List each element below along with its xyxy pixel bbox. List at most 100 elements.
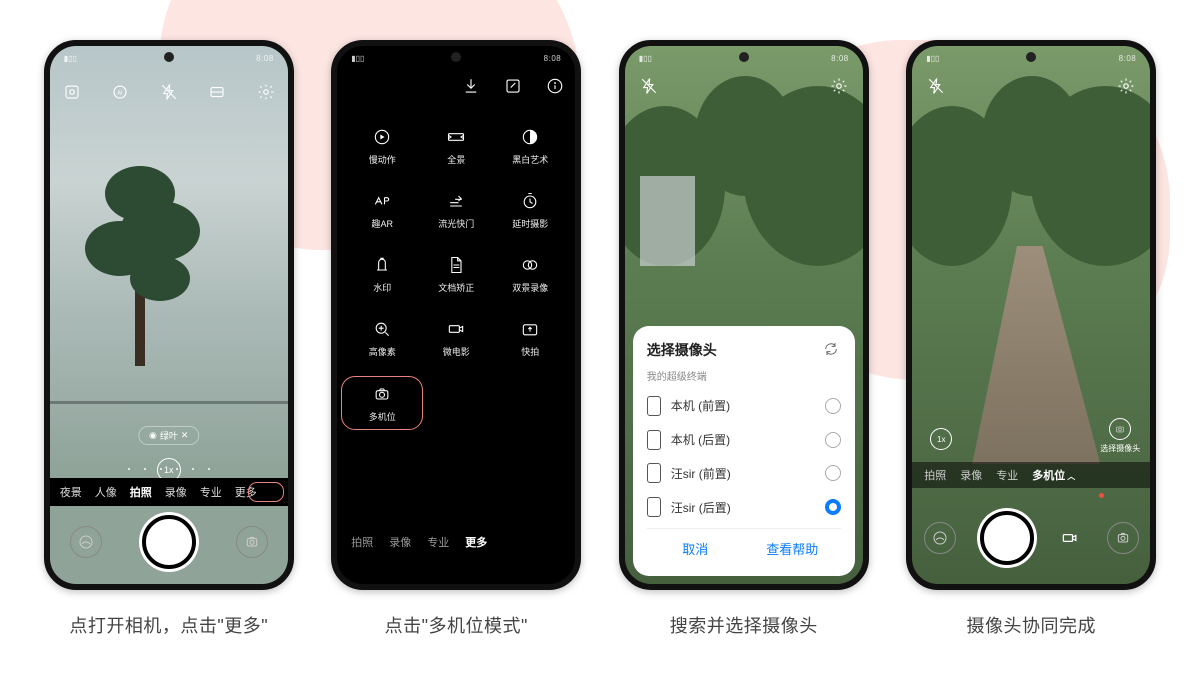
camera-notch: [451, 52, 461, 62]
mode-multicam[interactable]: 多机位: [341, 376, 423, 430]
mode-video[interactable]: 录像: [389, 534, 411, 550]
smart-vision-icon[interactable]: [62, 82, 82, 102]
video-mode-icon[interactable]: [1057, 525, 1083, 551]
filter-pill[interactable]: ◉ 绿叶 ✕: [138, 426, 199, 445]
phone-frame: ▮▯▯8:08 选择摄像头 我的超级终端 本机 (前置) 本机 (后置) 汪si…: [619, 40, 869, 590]
edit-icon[interactable]: [503, 76, 523, 96]
cancel-button[interactable]: 取消: [647, 529, 744, 568]
mode-doc[interactable]: 文档矫正: [419, 254, 493, 294]
shutter-button[interactable]: [980, 511, 1034, 565]
flash-icon[interactable]: [926, 76, 946, 96]
switch-camera-button[interactable]: [1107, 522, 1139, 554]
camera-select-sheet: 选择摄像头 我的超级终端 本机 (前置) 本机 (后置) 汪sir (前置) 汪…: [633, 326, 855, 576]
mode-pro[interactable]: 专业: [996, 467, 1018, 483]
radio-icon[interactable]: [825, 398, 841, 414]
mode-multicam[interactable]: 多机位︿: [1032, 467, 1075, 483]
device-option[interactable]: 汪sir (前置): [647, 457, 841, 491]
mode-ar[interactable]: 趣AR: [345, 190, 419, 230]
mode-portrait[interactable]: 人像: [95, 484, 117, 500]
mode-dualview[interactable]: 双景录像: [493, 254, 567, 294]
device-option[interactable]: 本机 (后置): [647, 423, 841, 457]
radio-icon[interactable]: [825, 465, 841, 481]
mode-video[interactable]: 录像: [960, 467, 982, 483]
zoom-dots: [50, 468, 288, 470]
mode-photo[interactable]: 拍照: [924, 467, 946, 483]
scene-path: [972, 246, 1100, 464]
switch-camera-button[interactable]: [236, 526, 268, 558]
phone-icon: [647, 396, 661, 416]
step-caption: 摄像头协同完成: [967, 612, 1097, 638]
filter-icon[interactable]: [207, 82, 227, 102]
camera-notch: [164, 52, 174, 62]
mode-photo[interactable]: 拍照: [130, 484, 152, 500]
mode-video[interactable]: 录像: [165, 484, 187, 500]
settings-icon[interactable]: [1116, 76, 1136, 96]
ai-icon[interactable]: AI: [110, 82, 130, 102]
step-3: ▮▯▯8:08 选择摄像头 我的超级终端 本机 (前置) 本机 (后置) 汪si…: [619, 40, 869, 638]
phone-frame: ▮▯▯8:08 慢动作 全景 黑白艺术 趣AR 流光快门 延时摄影 水印 文档矫…: [331, 40, 581, 590]
flash-icon[interactable]: [639, 76, 659, 96]
phone-icon: [647, 497, 661, 517]
mode-more[interactable]: 更多: [465, 534, 487, 550]
chevron-up-icon: ︿: [1067, 472, 1075, 481]
select-camera-button[interactable]: 选择摄像头: [1100, 418, 1140, 454]
radio-selected-icon[interactable]: [825, 499, 841, 515]
device-option[interactable]: 汪sir (后置): [647, 490, 841, 524]
step-1: ▮▯▯ 8:08 AI ◉ 绿叶 ✕ 1x: [44, 40, 294, 638]
camera-top-toolbar: [625, 76, 863, 96]
mode-strip[interactable]: 拍照 录像 专业 多机位︿: [912, 462, 1150, 488]
step-caption: 点打开相机，点击"更多": [69, 612, 268, 638]
settings-icon[interactable]: [829, 76, 849, 96]
help-button[interactable]: 查看帮助: [744, 529, 841, 568]
flash-icon[interactable]: [159, 82, 179, 102]
settings-icon[interactable]: [256, 82, 276, 102]
camera-top-toolbar: AI: [50, 74, 288, 110]
modes-grid: 慢动作 全景 黑白艺术 趣AR 流光快门 延时摄影 水印 文档矫正 双景录像 高…: [337, 126, 575, 424]
step-2: ▮▯▯8:08 慢动作 全景 黑白艺术 趣AR 流光快门 延时摄影 水印 文档矫…: [331, 40, 581, 638]
step-caption: 点击"多机位模式": [385, 612, 528, 638]
shutter-row: [50, 510, 288, 574]
signal-icon: ▮▯▯: [64, 54, 77, 63]
mode-snapshot[interactable]: 快拍: [493, 318, 567, 358]
mode-slowmo[interactable]: 慢动作: [345, 126, 419, 166]
shutter-row: [912, 506, 1150, 570]
phone-icon: [647, 463, 661, 483]
refresh-icon[interactable]: [823, 341, 841, 359]
mode-bw[interactable]: 黑白艺术: [493, 126, 567, 166]
info-icon[interactable]: [545, 76, 565, 96]
mode-photo[interactable]: 拍照: [351, 534, 373, 550]
sheet-subtitle: 我的超级终端: [647, 368, 841, 383]
phones-row: ▮▯▯ 8:08 AI ◉ 绿叶 ✕ 1x: [0, 0, 1200, 648]
radio-icon[interactable]: [825, 432, 841, 448]
camera-notch: [1026, 52, 1036, 62]
svg-text:AI: AI: [118, 90, 123, 96]
more-top-toolbar: [461, 76, 565, 96]
mode-timelapse[interactable]: 延时摄影: [493, 190, 567, 230]
camera-notch: [739, 52, 749, 62]
gallery-thumb-button[interactable]: [70, 526, 102, 558]
step-4: ▮▯▯8:08 1x 选择摄像头 拍照 录像 专业 多机位︿: [906, 40, 1156, 638]
camera-viewfinder: [912, 46, 1150, 584]
mode-pro[interactable]: 专业: [200, 484, 222, 500]
mode-strip[interactable]: 拍照 录像 专业 更多: [337, 534, 575, 550]
highlight-ring: [248, 482, 284, 502]
camera-top-toolbar: [912, 76, 1150, 96]
shutter-button[interactable]: [142, 515, 196, 569]
mode-hires[interactable]: 高像素: [345, 318, 419, 358]
mode-microfilm[interactable]: 微电影: [419, 318, 493, 358]
mode-night[interactable]: 夜景: [60, 484, 82, 500]
sheet-title: 选择摄像头: [647, 340, 717, 360]
device-option[interactable]: 本机 (前置): [647, 389, 841, 423]
mode-pano[interactable]: 全景: [419, 126, 493, 166]
scene-tree: [80, 166, 200, 366]
mode-light[interactable]: 流光快门: [419, 190, 493, 230]
phone-icon: [647, 430, 661, 450]
phone-frame: ▮▯▯8:08 1x 选择摄像头 拍照 录像 专业 多机位︿: [906, 40, 1156, 590]
mode-pro[interactable]: 专业: [427, 534, 449, 550]
download-icon[interactable]: [461, 76, 481, 96]
phone-frame: ▮▯▯ 8:08 AI ◉ 绿叶 ✕ 1x: [44, 40, 294, 590]
gallery-thumb-button[interactable]: [924, 522, 956, 554]
sheet-actions: 取消 查看帮助: [647, 528, 841, 568]
mode-watermark[interactable]: 水印: [345, 254, 419, 294]
step-caption: 搜索并选择摄像头: [670, 612, 818, 638]
